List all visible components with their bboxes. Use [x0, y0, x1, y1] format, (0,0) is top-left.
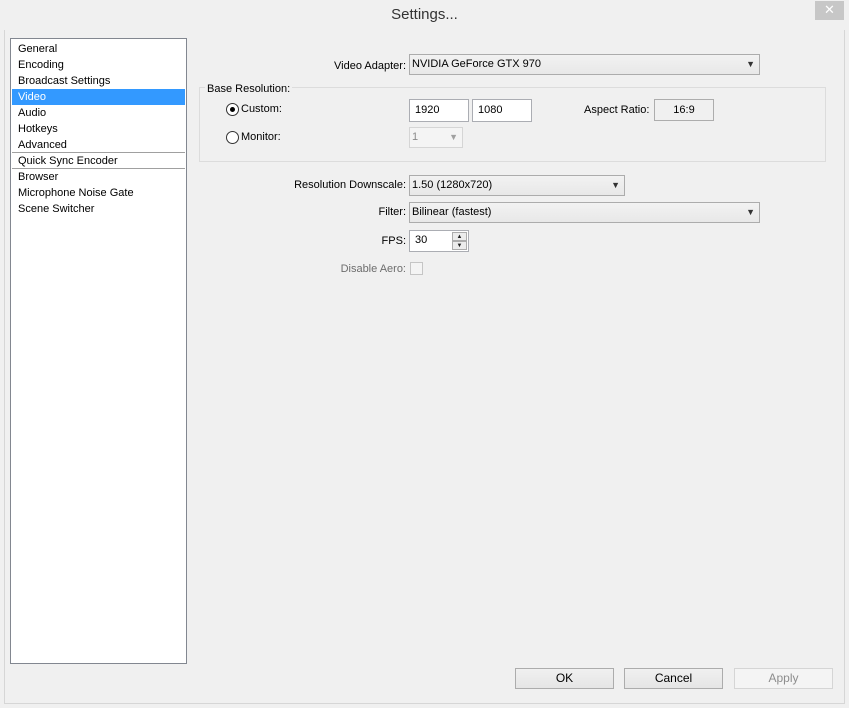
cancel-button[interactable]: Cancel	[624, 668, 723, 689]
title-bar: Settings... ✕	[0, 0, 849, 30]
aspect-ratio-label: Aspect Ratio:	[584, 104, 650, 116]
video-adapter-dropdown[interactable]: NVIDIA GeForce GTX 970 ▼	[409, 54, 760, 75]
chevron-down-icon: ▼	[449, 132, 458, 142]
sidebar-item-video[interactable]: Video	[12, 89, 185, 105]
sidebar-item-microphone-noise-gate[interactable]: Microphone Noise Gate	[12, 185, 185, 201]
aspect-ratio-value: 16:9	[654, 99, 714, 121]
base-resolution-title: Base Resolution:	[205, 82, 293, 96]
sidebar-item-general[interactable]: General	[12, 41, 185, 57]
window-title: Settings...	[391, 6, 458, 23]
monitor-resolution-radio[interactable]	[226, 131, 239, 144]
video-adapter-value: NVIDIA GeForce GTX 970	[412, 58, 541, 70]
sidebar-item-hotkeys[interactable]: Hotkeys	[12, 121, 185, 137]
resolution-downscale-label: Resolution Downscale:	[294, 179, 406, 191]
ok-button[interactable]: OK	[515, 668, 614, 689]
sidebar-item-encoding[interactable]: Encoding	[12, 57, 185, 73]
apply-button[interactable]: Apply	[734, 668, 833, 689]
disable-aero-label: Disable Aero:	[340, 263, 406, 275]
custom-resolution-radio[interactable]	[226, 103, 239, 116]
filter-label: Filter:	[378, 206, 407, 218]
spin-up-icon[interactable]: ▲	[452, 232, 467, 241]
monitor-dropdown: 1 ▼	[409, 127, 463, 148]
filter-value: Bilinear (fastest)	[412, 206, 492, 218]
resolution-downscale-dropdown[interactable]: 1.50 (1280x720) ▼	[409, 175, 625, 196]
resolution-downscale-value: 1.50 (1280x720)	[412, 179, 493, 191]
monitor-value: 1	[412, 131, 419, 143]
fps-label: FPS:	[381, 235, 406, 247]
base-height-input[interactable]: 1080	[472, 99, 532, 122]
close-icon[interactable]: ✕	[815, 1, 844, 20]
fps-value[interactable]: 30	[415, 234, 427, 246]
chevron-down-icon: ▼	[611, 180, 620, 190]
filter-dropdown[interactable]: Bilinear (fastest) ▼	[409, 202, 760, 223]
sidebar-item-advanced[interactable]: Advanced	[12, 137, 185, 153]
sidebar-item-audio[interactable]: Audio	[12, 105, 185, 121]
spin-down-icon[interactable]: ▼	[452, 241, 467, 250]
disable-aero-checkbox	[410, 262, 423, 275]
chevron-down-icon: ▼	[746, 207, 755, 217]
monitor-resolution-label[interactable]: Monitor:	[241, 130, 281, 144]
base-width-input[interactable]: 1920	[409, 99, 469, 122]
sidebar-item-scene-switcher[interactable]: Scene Switcher	[12, 201, 185, 217]
video-adapter-label: Video Adapter:	[334, 60, 406, 72]
custom-resolution-label[interactable]: Custom:	[241, 102, 282, 116]
radio-selected-dot	[230, 107, 235, 112]
fps-stepper[interactable]: 30 ▲ ▼	[409, 230, 469, 252]
sidebar-item-quick-sync-encoder[interactable]: Quick Sync Encoder	[12, 153, 185, 169]
settings-category-list[interactable]: General Encoding Broadcast Settings Vide…	[10, 38, 187, 664]
chevron-down-icon: ▼	[746, 59, 755, 69]
sidebar-item-broadcast-settings[interactable]: Broadcast Settings	[12, 73, 185, 89]
sidebar-item-browser[interactable]: Browser	[12, 169, 185, 185]
